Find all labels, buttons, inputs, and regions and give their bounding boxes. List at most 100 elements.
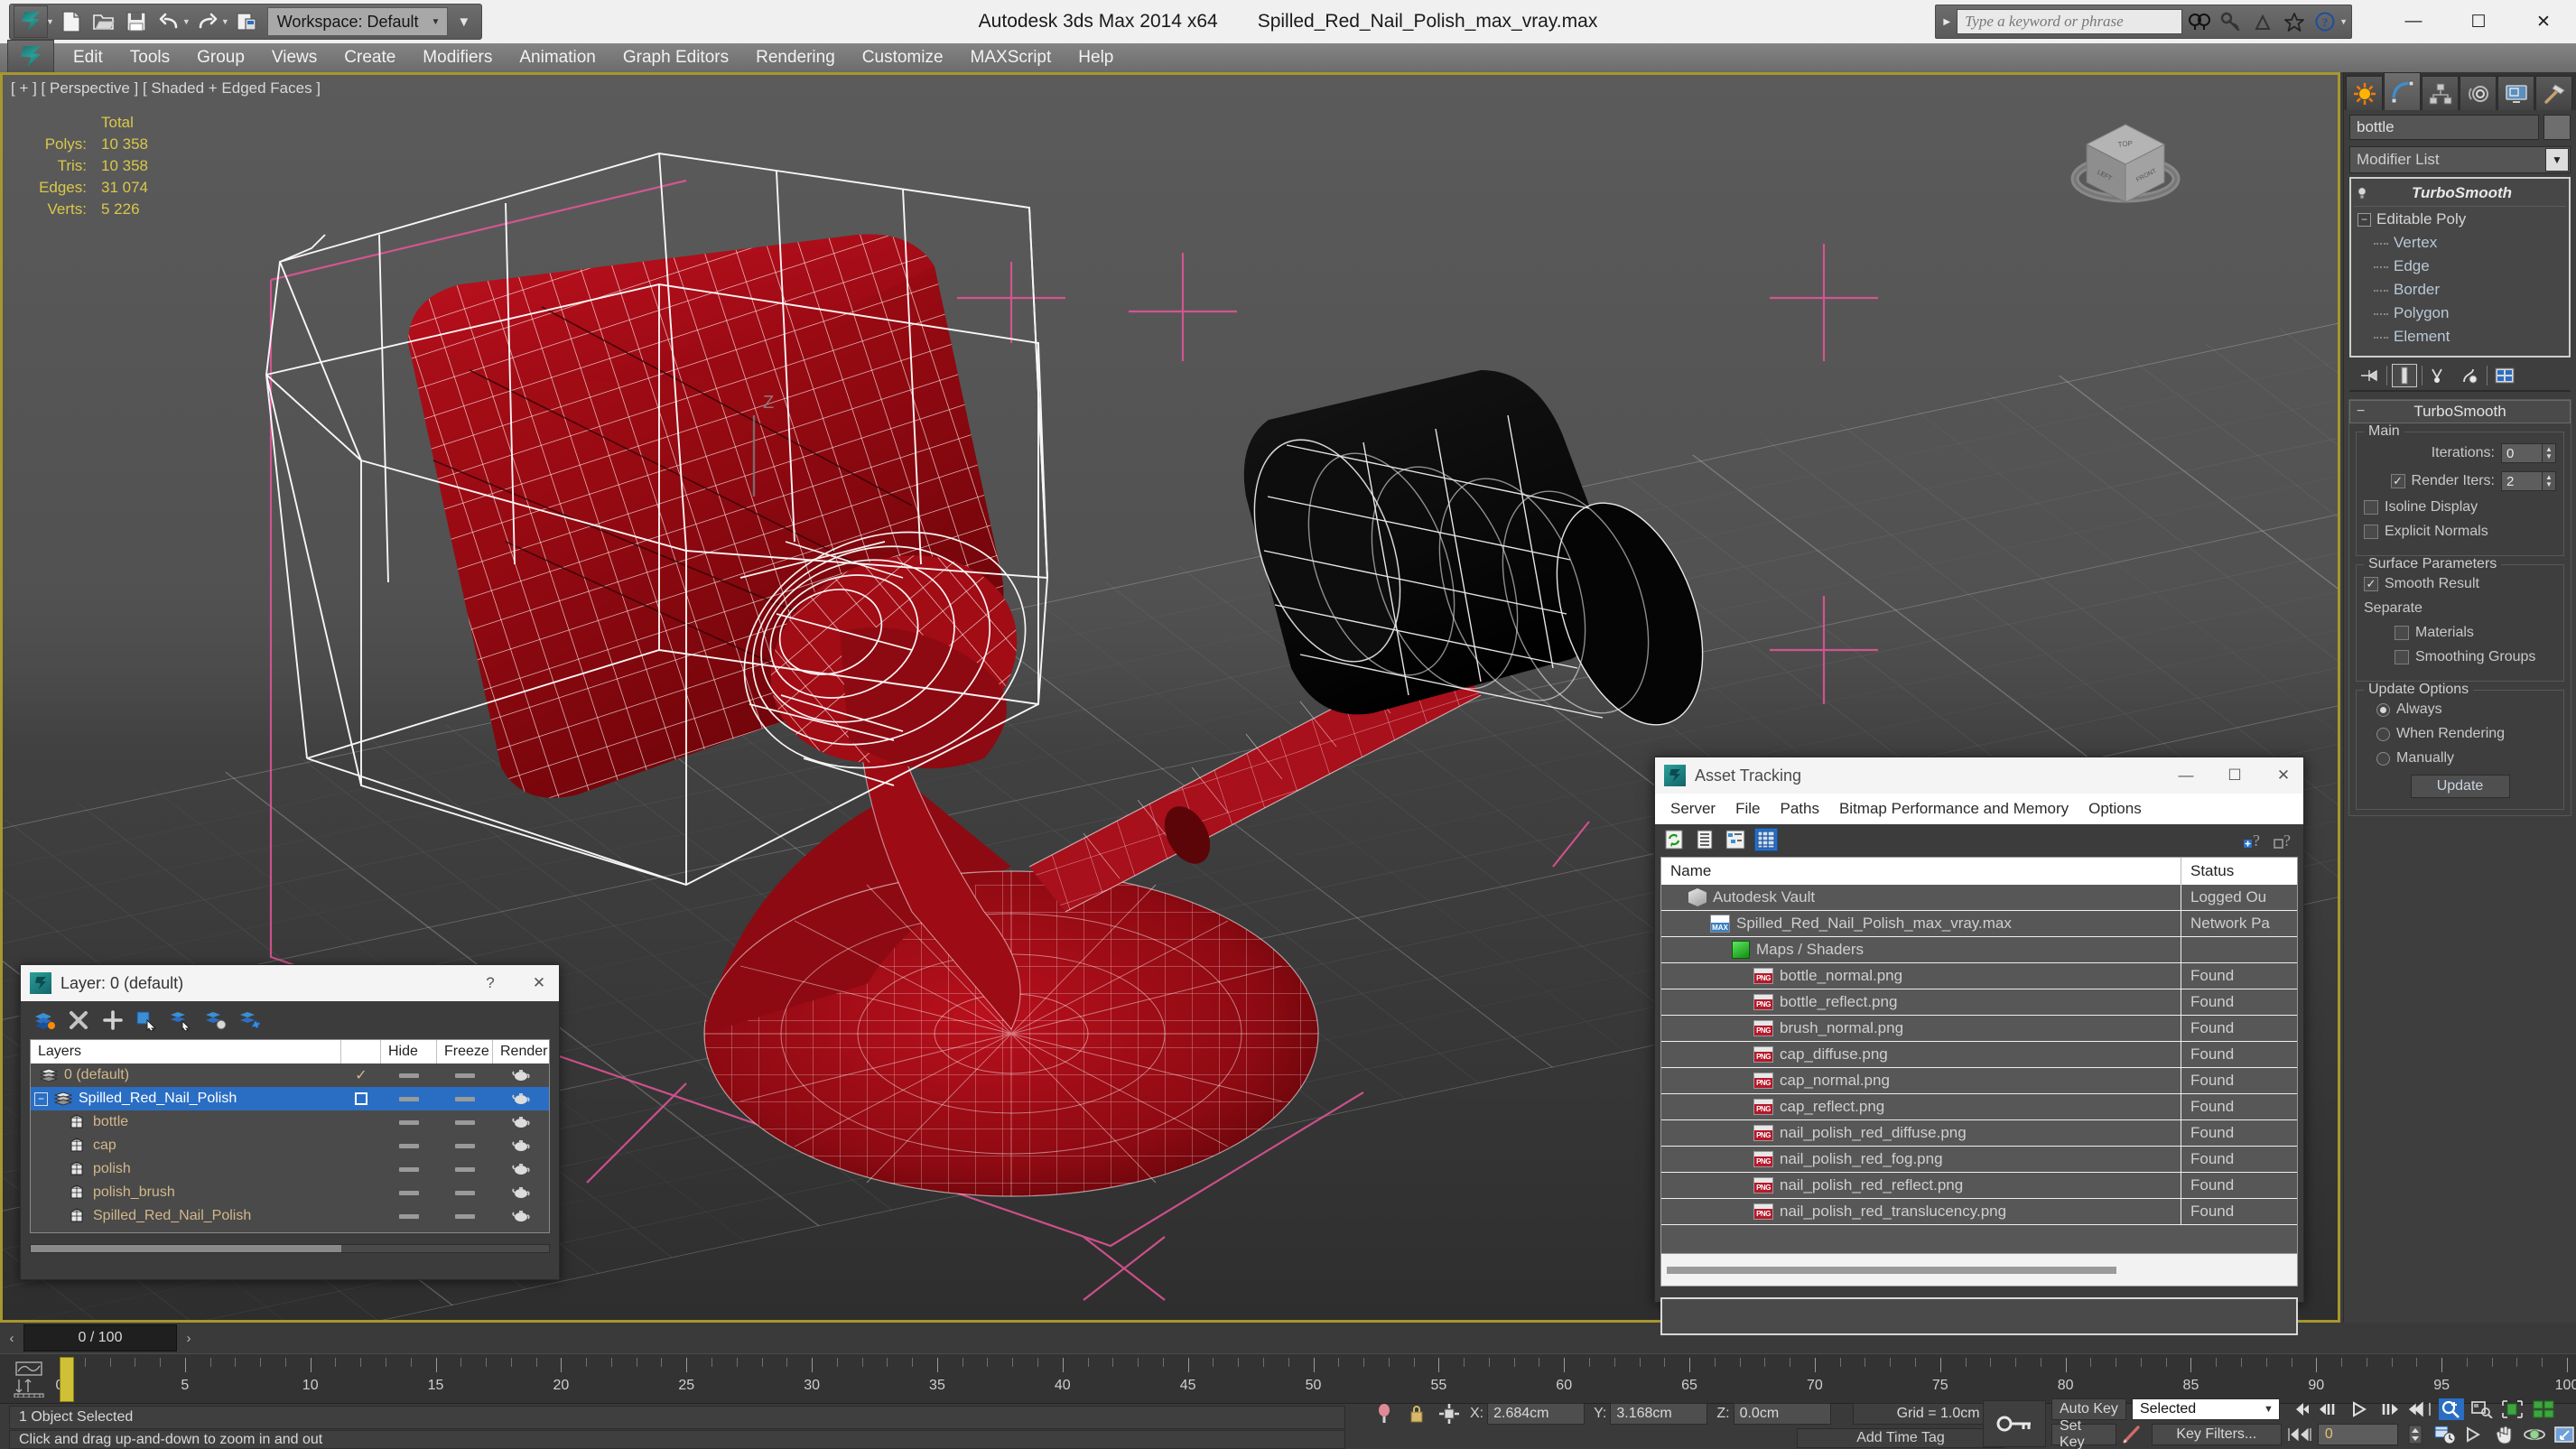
auto-key-button[interactable]: Auto Key (2051, 1398, 2126, 1420)
isolate-selection-icon[interactable] (1372, 1402, 1396, 1426)
object-hide-toggle-bottle[interactable] (381, 1119, 437, 1125)
highlight-selected-objects-layer-icon[interactable] (203, 1008, 228, 1033)
menu-item-help[interactable]: Help (1065, 46, 1127, 70)
layer-row-cap[interactable]: cap (31, 1134, 549, 1157)
set-key-button[interactable]: Set Key (2051, 1418, 2116, 1449)
asset-dialog-close-button[interactable]: ✕ (2264, 757, 2303, 794)
maximize-button[interactable]: ☐ (2446, 0, 2511, 43)
minimize-button[interactable]: — (2381, 0, 2446, 43)
key-filters-button[interactable]: Key Filters... (2151, 1424, 2282, 1445)
layer-dialog-close-button[interactable]: ✕ (519, 965, 559, 1001)
asset-row-polish-diffuse[interactable]: PNG nail_polish_red_diffuse.png Found (1661, 1120, 2297, 1147)
previous-frame-button[interactable] (2316, 1398, 2341, 1420)
object-hide-toggle-cap[interactable] (381, 1143, 437, 1148)
asset-dialog-maximize-button[interactable]: ☐ (2215, 757, 2255, 794)
x-value[interactable]: 2.684cm (1487, 1403, 1586, 1425)
open-file-button[interactable] (88, 6, 119, 37)
zoom-viewport-button[interactable] (2462, 1424, 2487, 1445)
layer-row-polish[interactable]: polish (31, 1157, 549, 1181)
configure-modifier-sets-icon[interactable] (2492, 364, 2517, 387)
menu-item-graph-editors[interactable]: Graph Editors (609, 46, 742, 70)
time-ruler-track[interactable]: 0510152025303540455055606570758085909510… (56, 1354, 2576, 1405)
remove-modifier-icon[interactable] (2457, 364, 2482, 387)
object-hide-toggle-spilled[interactable] (381, 1213, 437, 1219)
isoline-display-checkbox[interactable] (2364, 500, 2378, 515)
update-manually-row[interactable]: Manually (2364, 750, 2556, 766)
list-view-icon[interactable] (1693, 828, 1716, 851)
asset-row-polish-fog[interactable]: PNG nail_polish_red_fog.png Found (1661, 1147, 2297, 1173)
set-project-folder-button[interactable] (231, 6, 262, 37)
object-color-swatch[interactable] (2543, 115, 2571, 140)
object-name-field[interactable]: bottle (2349, 115, 2539, 140)
render-iters-value[interactable]: 2 (2501, 471, 2543, 491)
asset-row-brush-normal[interactable]: PNG brush_normal.png Found (1661, 1016, 2297, 1042)
layer-hide-toggle[interactable] (381, 1073, 437, 1078)
create-new-layer-icon[interactable] (32, 1008, 57, 1033)
undo-button[interactable] (153, 6, 184, 37)
object-freeze-toggle-brush[interactable] (437, 1190, 493, 1195)
update-rendering-row[interactable]: When Rendering (2364, 726, 2556, 742)
asset-table[interactable]: Name Status Autodesk Vault Logged Ou MAX… (1660, 857, 2298, 1254)
redo-dropdown-icon[interactable]: ▼ (221, 17, 229, 26)
add-time-tag-button[interactable]: Add Time Tag (1797, 1428, 2004, 1448)
update-always-radio[interactable] (2376, 702, 2390, 717)
key-mode-prev-next-icon[interactable] (2287, 1424, 2312, 1445)
play-animation-button[interactable] (2347, 1398, 2372, 1420)
asset-row-polish-translucency[interactable]: PNG nail_polish_red_translucency.png Fou… (1661, 1199, 2297, 1225)
layer-properties-icon[interactable] (237, 1008, 263, 1033)
tab-create[interactable] (2346, 76, 2383, 110)
viewport-label[interactable]: [ + ] [ Perspective ] [ Shaded + Edged F… (11, 79, 321, 98)
zoom-extents-button[interactable] (2469, 1398, 2495, 1420)
layer-freeze-toggle[interactable] (437, 1073, 493, 1078)
menu-item-customize[interactable]: Customize (849, 46, 957, 70)
layer-row-polish-brush[interactable]: polish_brush (31, 1181, 549, 1204)
orbit-button[interactable] (2522, 1424, 2546, 1445)
stack-item-edge[interactable]: Edge (2354, 255, 2566, 278)
layer-row-default[interactable]: 0 (default) ✓ (31, 1064, 549, 1087)
asset-menu-server[interactable]: Server (1660, 797, 1725, 821)
current-frame-spinner-value[interactable]: 0 (2317, 1424, 2398, 1445)
layer-active-check-2[interactable] (341, 1092, 381, 1105)
explicit-normals-checkbox[interactable] (2364, 525, 2378, 539)
asset-dialog-minimize-button[interactable]: — (2166, 757, 2206, 794)
spinner-arrows-icon-2[interactable]: ▲ ▼ (2543, 471, 2556, 491)
stack-item-element[interactable]: Element (2354, 325, 2566, 348)
workspace-selector[interactable]: Workspace: Default ▼ (266, 7, 449, 36)
object-render-toggle-polish[interactable] (493, 1162, 549, 1176)
scrollbar-thumb[interactable] (31, 1245, 342, 1252)
asset-row-vault[interactable]: Autodesk Vault Logged Ou (1661, 885, 2297, 911)
view-cube[interactable]: TOP LEFT FRONT (2067, 105, 2184, 222)
iterations-value[interactable]: 0 (2501, 443, 2543, 463)
frame-display[interactable]: 0 / 100 (23, 1324, 177, 1351)
menu-item-group[interactable]: Group (183, 46, 258, 70)
layer-freeze-toggle-2[interactable] (437, 1096, 493, 1101)
time-slider-ruler[interactable]: 0510152025303540455055606570758085909510… (0, 1353, 2576, 1404)
zoom-extents-selected-button[interactable] (2500, 1398, 2525, 1420)
menu-item-animation[interactable]: Animation (506, 46, 609, 70)
tab-utilities[interactable] (2535, 76, 2572, 110)
smooth-result-checkbox[interactable]: ✓ (2364, 577, 2378, 591)
help-dropdown-icon[interactable]: ▼ (2339, 17, 2348, 26)
spinner-arrows-icon[interactable]: ▲ ▼ (2543, 443, 2556, 463)
help-add-icon[interactable]: ? (2242, 828, 2265, 851)
layer-list[interactable]: Layers Hide Freeze Render 0 (default) ✓ (30, 1039, 550, 1233)
absolute-relative-transform-icon[interactable] (1437, 1402, 1461, 1426)
delete-layer-icon[interactable] (66, 1008, 91, 1033)
pin-stack-icon[interactable] (2357, 364, 2382, 387)
object-render-toggle-brush[interactable] (493, 1185, 549, 1200)
maximize-viewport-toggle-button[interactable] (2552, 1424, 2576, 1445)
time-configuration-button[interactable] (2433, 1424, 2458, 1445)
pan-view-button[interactable] (2492, 1424, 2516, 1445)
layer-dialog[interactable]: Layer: 0 (default) ? ✕ Layers Hide Freez… (20, 964, 560, 1280)
tree-view-icon[interactable] (1724, 828, 1747, 851)
collapse-icon[interactable]: − (2357, 212, 2371, 227)
z-value[interactable]: 0.0cm (1733, 1403, 1831, 1425)
set-key-filter-icon[interactable] (2122, 1424, 2146, 1445)
layer-render-toggle-2[interactable] (493, 1091, 549, 1106)
asset-row-cap-normal[interactable]: PNG cap_normal.png Found (1661, 1068, 2297, 1094)
help-question-icon[interactable]: ? (2273, 828, 2296, 851)
add-layer-icon[interactable] (100, 1008, 126, 1033)
object-freeze-toggle-spilled[interactable] (437, 1213, 493, 1219)
layer-dialog-help-button[interactable]: ? (470, 965, 510, 1001)
key-mode-toggle[interactable] (1983, 1400, 2046, 1447)
